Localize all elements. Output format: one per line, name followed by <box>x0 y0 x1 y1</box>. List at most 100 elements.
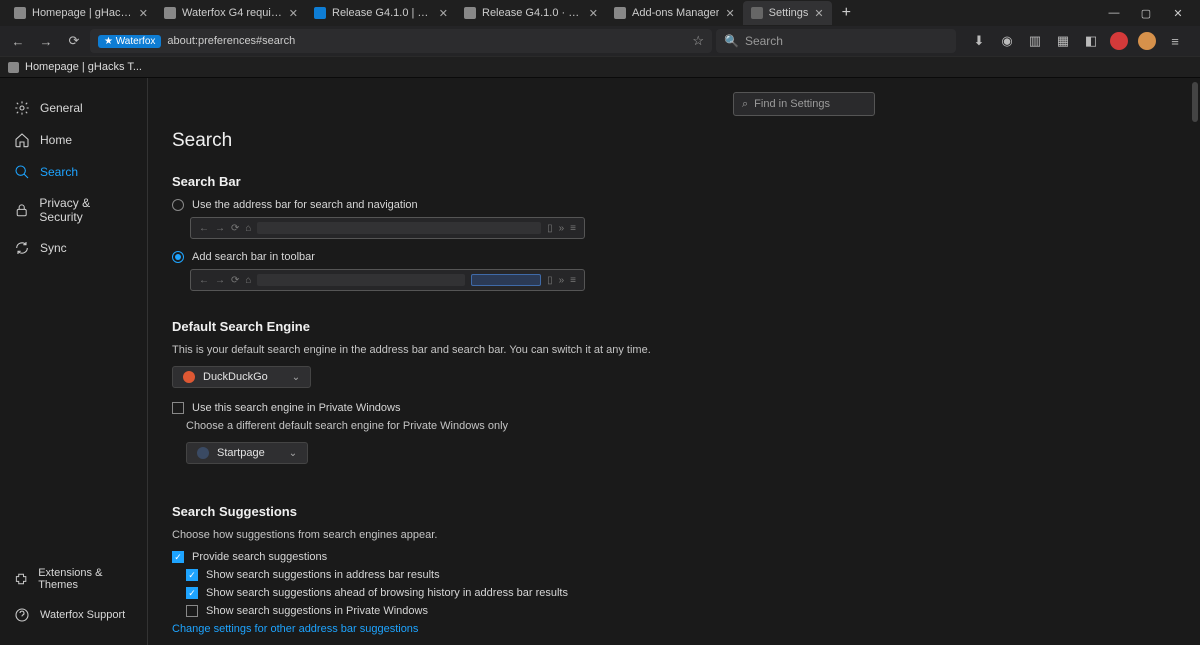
menu-button[interactable]: ≡ <box>1166 32 1184 50</box>
bookmark-item[interactable]: Homepage | gHacks T... <box>8 61 142 73</box>
overflow-icon: » <box>559 275 565 286</box>
forward-button[interactable]: → <box>34 29 58 53</box>
private-engine-desc: Choose a different default search engine… <box>186 420 1176 432</box>
find-in-settings[interactable]: ⌕ Find in Settings <box>733 92 875 116</box>
tab-label: Homepage | gHacks Technol <box>32 7 133 19</box>
sidebar-item-label: Sync <box>40 241 67 255</box>
close-icon[interactable]: ✕ <box>725 7 734 20</box>
find-placeholder: Find in Settings <box>754 98 830 110</box>
check-suggest-ahead-history[interactable]: Show search suggestions ahead of browsin… <box>186 587 1176 599</box>
close-window-button[interactable]: ✕ <box>1162 0 1194 26</box>
tab-0[interactable]: Homepage | gHacks Technol ✕ <box>6 1 156 25</box>
settings-sidebar: General Home Search Privacy & Security S… <box>0 78 148 645</box>
search-icon: ⌕ <box>742 98 748 111</box>
scrollbar[interactable] <box>1190 78 1198 645</box>
close-icon[interactable]: ✕ <box>289 7 298 20</box>
sidebar-item-privacy[interactable]: Privacy & Security <box>10 188 137 232</box>
ext-icon[interactable] <box>1110 32 1128 50</box>
radio-add-search-bar[interactable]: Add search bar in toolbar <box>172 251 1176 263</box>
favicon-icon <box>314 7 326 19</box>
menu-icon: ≡ <box>570 275 576 286</box>
bookmark-label: Homepage | gHacks T... <box>25 61 142 73</box>
minimize-button[interactable]: — <box>1098 0 1130 26</box>
reload-button[interactable]: ⟳ <box>62 29 86 53</box>
close-icon[interactable]: ✕ <box>139 7 148 20</box>
select-value: Startpage <box>217 447 265 459</box>
container-icon[interactable]: ◧ <box>1082 32 1100 50</box>
checkbox-icon <box>186 605 198 617</box>
tab-label: Add-ons Manager <box>632 7 719 19</box>
check-label: Show search suggestions in Private Windo… <box>206 605 428 617</box>
tab-1[interactable]: Waterfox G4 requires an SSE4.2✕ <box>156 1 306 25</box>
sidebar-item-label: Privacy & Security <box>39 196 133 224</box>
home-icon: ⌂ <box>245 223 251 234</box>
tab-3[interactable]: Release G4.1.0 · WaterfoxCo/W ✕ <box>456 1 606 25</box>
home-icon <box>14 132 30 148</box>
sidebar-item-sync[interactable]: Sync <box>10 232 137 264</box>
reload-icon: ⟳ <box>231 275 239 286</box>
sidebar-item-extensions[interactable]: Extensions & Themes <box>10 559 137 599</box>
select-value: DuckDuckGo <box>203 371 268 383</box>
gear-icon <box>751 7 763 19</box>
tab-label: Release G4.1.0 | Waterfox <box>332 7 433 19</box>
new-tab-button[interactable]: + <box>832 4 861 22</box>
tab-5[interactable]: Settings ✕ <box>743 1 832 25</box>
back-icon: ← <box>199 223 209 234</box>
close-icon[interactable]: ✕ <box>814 7 823 20</box>
page-title: Search <box>172 130 1176 152</box>
sidebar-item-label: Extensions & Themes <box>38 567 133 591</box>
sidebar-item-label: Search <box>40 165 78 179</box>
radio-address-bar-option[interactable]: Use the address bar for search and navig… <box>172 199 1176 211</box>
maximize-button[interactable]: ▢ <box>1130 0 1162 26</box>
close-icon[interactable]: ✕ <box>439 7 448 20</box>
private-engine-select[interactable]: Startpage ⌄ <box>186 442 308 464</box>
settings-main: ⌕ Find in Settings Search Search Bar Use… <box>148 78 1200 645</box>
tab-label: Release G4.1.0 · WaterfoxCo/W <box>482 7 583 19</box>
sidebar-item-general[interactable]: General <box>10 92 137 124</box>
sync-icon <box>14 240 30 256</box>
back-button[interactable]: ← <box>6 29 30 53</box>
bookmark-star-icon[interactable]: ☆ <box>692 33 704 49</box>
address-bar[interactable]: ★ Waterfox about:preferences#search ☆ <box>90 29 712 53</box>
duckduckgo-icon <box>183 371 195 383</box>
section-default-engine: Default Search Engine <box>172 319 1176 334</box>
gear-icon <box>14 100 30 116</box>
sidebar-item-search[interactable]: Search <box>10 156 137 188</box>
profile-icon[interactable] <box>1138 32 1156 50</box>
radio-icon <box>172 251 184 263</box>
check-label: Use this search engine in Private Window… <box>192 402 400 414</box>
content-area: General Home Search Privacy & Security S… <box>0 78 1200 645</box>
shield-icon[interactable]: ◉ <box>998 32 1016 50</box>
lock-icon <box>14 202 29 218</box>
search-icon <box>14 164 30 180</box>
nav-bar: ← → ⟳ ★ Waterfox about:preferences#searc… <box>0 26 1200 56</box>
close-icon[interactable]: ✕ <box>589 7 598 20</box>
sidebar-item-home[interactable]: Home <box>10 124 137 156</box>
link-other-suggestions[interactable]: Change settings for other address bar su… <box>172 623 1176 635</box>
apps-icon[interactable]: ▦ <box>1054 32 1072 50</box>
back-icon: ← <box>199 275 209 286</box>
check-suggest-addressbar[interactable]: Show search suggestions in address bar r… <box>186 569 1176 581</box>
favicon-icon <box>464 7 476 19</box>
default-engine-select[interactable]: DuckDuckGo ⌄ <box>172 366 311 388</box>
check-suggest-private[interactable]: Show search suggestions in Private Windo… <box>186 605 1176 617</box>
check-private-engine[interactable]: Use this search engine in Private Window… <box>172 402 1176 414</box>
mock-search-box <box>471 274 541 286</box>
tab-2[interactable]: Release G4.1.0 | Waterfox ✕ <box>306 1 456 25</box>
sidebar-item-support[interactable]: Waterfox Support <box>10 599 137 631</box>
tab-4[interactable]: Add-ons Manager ✕ <box>606 1 743 25</box>
toolbar: ⬇ ◉ ▥ ▦ ◧ ≡ <box>960 32 1194 50</box>
radio-icon <box>172 199 184 211</box>
check-label: Provide search suggestions <box>192 551 327 563</box>
tab-label: Settings <box>769 7 809 19</box>
suggestions-desc: Choose how suggestions from search engin… <box>172 529 1176 541</box>
reader-icon: ▯ <box>547 223 553 234</box>
downloads-icon[interactable]: ⬇ <box>970 32 988 50</box>
chevron-down-icon: ⌄ <box>292 372 300 383</box>
forward-icon: → <box>215 223 225 234</box>
check-provide-suggestions[interactable]: Provide search suggestions <box>172 551 1176 563</box>
search-bar[interactable]: 🔍 Search <box>716 29 956 53</box>
checkbox-icon <box>186 569 198 581</box>
library-icon[interactable]: ▥ <box>1026 32 1044 50</box>
search-placeholder: Search <box>745 34 783 48</box>
